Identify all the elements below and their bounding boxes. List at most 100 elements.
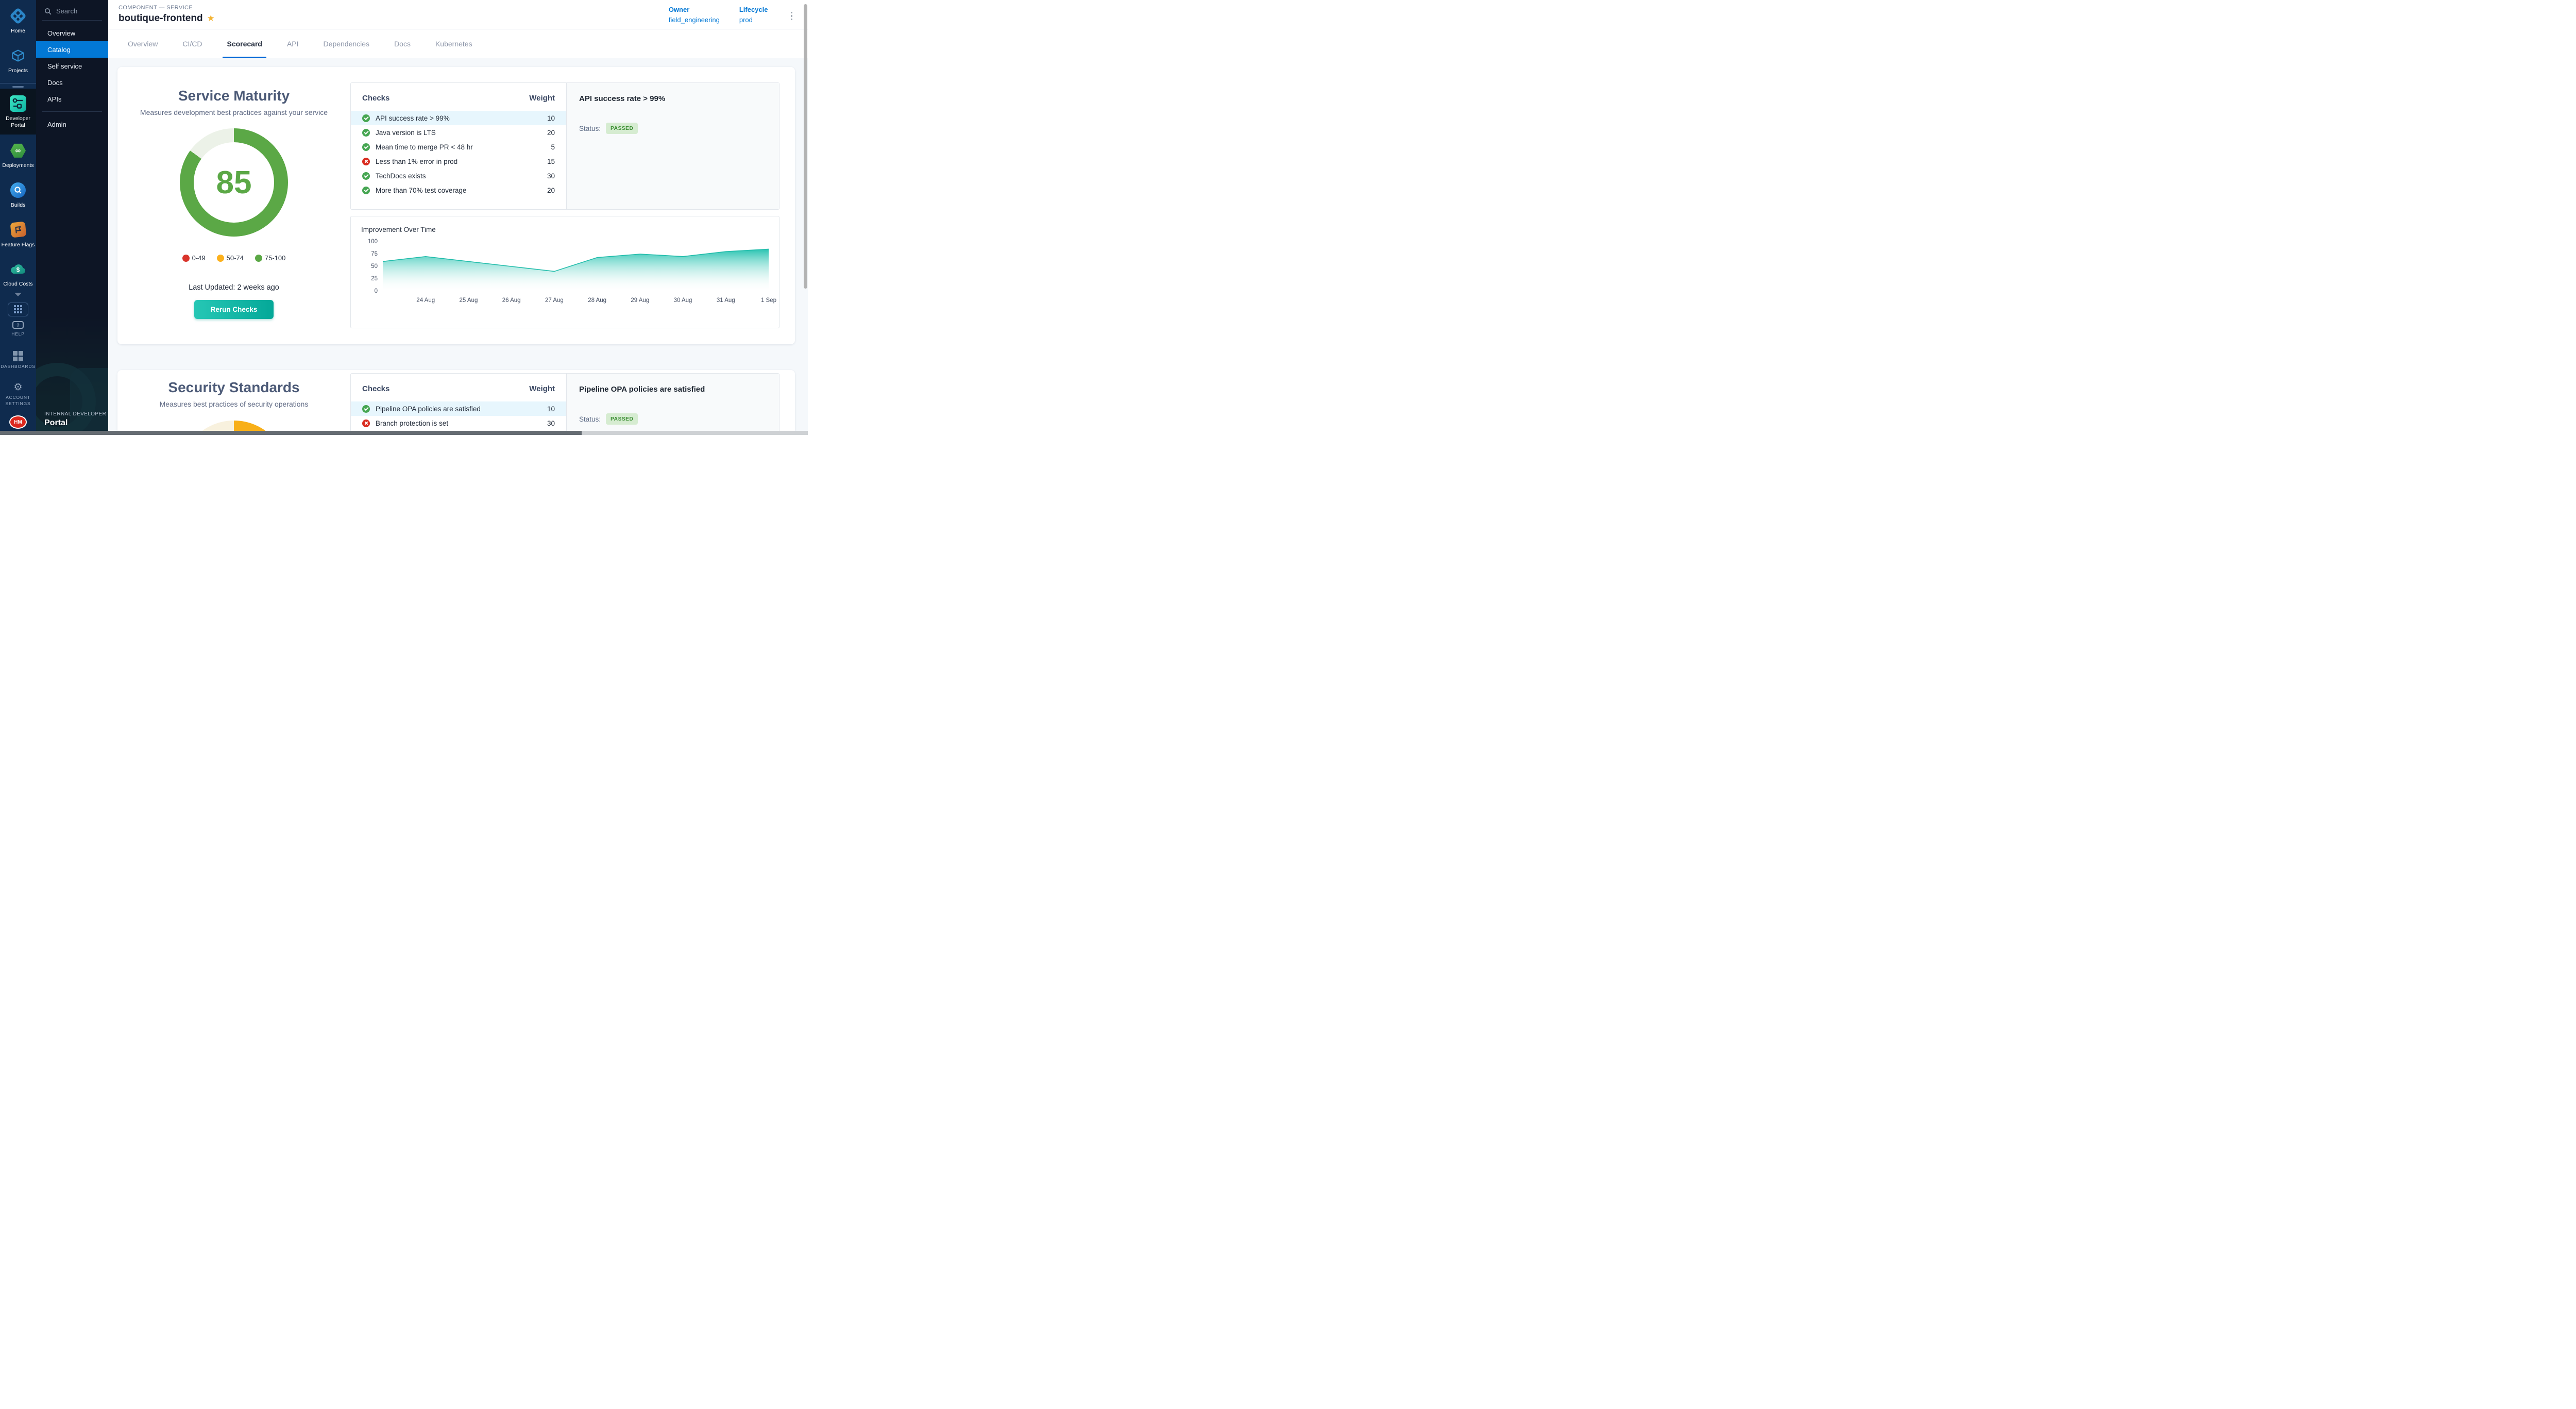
check-passed-icon [362, 187, 370, 194]
weight-column-header: Weight [529, 384, 555, 393]
improvement-chart-box: Improvement Over Time 1007550250 [350, 216, 779, 328]
vertical-scrollbar[interactable] [804, 4, 807, 289]
scorecard-subtitle: Measures development best practices agai… [140, 108, 328, 116]
table-row[interactable]: API success rate > 99% 10 [351, 111, 566, 125]
builds-icon [9, 181, 27, 199]
rerun-checks-button[interactable]: Rerun Checks [194, 300, 274, 319]
table-row[interactable]: Pipeline OPA policies are satisfied 10 [351, 401, 566, 416]
tab-docs[interactable]: Docs [382, 29, 423, 58]
chart-title: Improvement Over Time [361, 226, 769, 233]
y-axis-label: 0 [375, 288, 378, 294]
table-row[interactable]: Java version is LTS 20 [351, 125, 566, 140]
sidebar-search[interactable]: Search [36, 0, 108, 20]
checks-table: Checks Weight API success rate > 99% 10 [351, 83, 566, 209]
rail-item-label: Projects [8, 68, 28, 74]
table-row[interactable]: Less than 1% error in prod 15 [351, 154, 566, 169]
sidebar-item-docs[interactable]: Docs [36, 74, 108, 91]
table-row[interactable]: More than 70% test coverage 20 [351, 183, 566, 197]
status-badge: PASSED [606, 123, 638, 134]
help-chat-icon: ? [12, 321, 24, 329]
rail-item-builds[interactable]: Builds [0, 178, 36, 212]
x-axis: 24 Aug25 Aug26 Aug27 Aug28 Aug29 Aug30 A… [383, 297, 769, 306]
checks-table: Checks Weight Pipeline OPA policies are … [351, 374, 566, 435]
check-passed-icon [362, 405, 370, 413]
chevron-down-icon[interactable] [14, 293, 22, 296]
lifecycle-value: prod [739, 16, 768, 24]
status-badge: PASSED [606, 413, 638, 425]
breadcrumb: COMPONENT — SERVICE [118, 5, 215, 11]
table-row[interactable]: Branch protection is set 30 [351, 416, 566, 430]
x-axis-label: 28 Aug [588, 297, 606, 304]
weight-column-header: Weight [529, 94, 555, 103]
sidebar-item-overview[interactable]: Overview [36, 25, 108, 41]
legend-label: 0-49 [192, 254, 206, 262]
developer-portal-icon [9, 95, 27, 112]
main-panel: COMPONENT — SERVICE boutique-frontend ★ … [108, 0, 808, 435]
status-label: Status: [579, 415, 601, 423]
detail-title: Pipeline OPA policies are satisfied [579, 385, 767, 394]
cloud-costs-icon: $ [9, 260, 27, 278]
rail-item-help[interactable]: ? HELP [11, 321, 24, 338]
rail-item-deployments[interactable]: ∞ Deployments [0, 139, 36, 172]
checks-column-header: Checks [362, 384, 389, 393]
check-detail-panel: Pipeline OPA policies are satisfied Stat… [566, 374, 779, 435]
brand-kicker: INTERNAL DEVELOPER [44, 411, 106, 417]
x-axis-label: 1 Sep [761, 297, 776, 304]
horizontal-scrollbar-thumb[interactable] [0, 431, 582, 435]
tab-dependencies[interactable]: Dependencies [311, 29, 382, 58]
checks-column-header: Checks [362, 94, 389, 103]
owner-label: Owner [669, 6, 720, 13]
rail-item-label: Developer Portal [4, 115, 32, 128]
entity-header: COMPONENT — SERVICE boutique-frontend ★ … [108, 0, 808, 29]
y-axis-label: 75 [371, 251, 378, 257]
table-row[interactable]: Mean time to merge PR < 48 hr 5 [351, 140, 566, 154]
sidebar-item-catalog[interactable]: Catalog [36, 41, 108, 58]
tab-scorecard[interactable]: Scorecard [214, 29, 274, 58]
kebab-menu-icon[interactable] [788, 9, 796, 24]
lifecycle-block: Lifecycle prod [739, 6, 768, 24]
owner-link[interactable]: field_engineering [669, 16, 720, 24]
user-avatar[interactable]: HM [9, 415, 27, 429]
x-axis-label: 26 Aug [502, 297, 521, 304]
rail-item-developer-portal[interactable]: Developer Portal [0, 89, 36, 135]
rail-item-feature-flags[interactable]: Feature Flags [0, 218, 36, 251]
last-updated-text: Last Updated: 2 weeks ago [189, 283, 279, 292]
tab-cicd[interactable]: CI/CD [170, 29, 214, 58]
rail-footer-label: ACCOUNT SETTINGS [3, 395, 33, 407]
service-maturity-card: Service Maturity Measures development be… [117, 67, 795, 344]
portal-sidebar: Search Overview Catalog Self service Doc… [36, 0, 108, 435]
sidebar-item-apis[interactable]: APIs [36, 91, 108, 107]
module-picker-button[interactable] [8, 303, 28, 316]
rail-item-home[interactable]: Home [0, 4, 36, 38]
legend-label: 50-74 [227, 254, 244, 262]
favorite-star-icon[interactable]: ★ [207, 13, 215, 24]
check-detail-panel: API success rate > 99% Status: PASSED [566, 83, 779, 209]
rail-collapse-handle[interactable] [12, 86, 24, 88]
table-row[interactable]: TechDocs exists 30 [351, 169, 566, 183]
entity-tabs: Overview CI/CD Scorecard API Dependencie… [108, 29, 808, 58]
rail-item-cloud-costs[interactable]: $ Cloud Costs [0, 257, 36, 291]
sidebar-item-self-service[interactable]: Self service [36, 58, 108, 74]
search-label: Search [56, 7, 77, 15]
tab-overview[interactable]: Overview [115, 29, 170, 58]
rail-item-account-settings[interactable]: ⚙ ACCOUNT SETTINGS [3, 382, 33, 407]
sidebar-item-admin[interactable]: Admin [36, 116, 108, 132]
scorecard-title: Security Standards [168, 379, 299, 396]
dashboards-grid-icon [13, 351, 23, 361]
rail-item-projects[interactable]: Projects [0, 44, 36, 77]
x-axis-label: 27 Aug [545, 297, 564, 304]
tab-kubernetes[interactable]: Kubernetes [423, 29, 485, 58]
portal-brand: INTERNAL DEVELOPER Portal [44, 411, 106, 428]
page-title: boutique-frontend [118, 13, 203, 24]
security-checks-box: Checks Weight Pipeline OPA policies are … [350, 373, 779, 435]
horizontal-scrollbar-track[interactable] [0, 431, 808, 435]
module-rail: Home Projects Developer [0, 0, 36, 435]
tab-api[interactable]: API [275, 29, 311, 58]
rail-footer-label: DASHBOARDS [1, 364, 36, 370]
score-legend: 0-49 50-74 75-100 [182, 254, 286, 262]
rail-item-dashboards[interactable]: DASHBOARDS [1, 351, 36, 370]
x-axis-label: 31 Aug [717, 297, 735, 304]
sidebar-divider [42, 111, 102, 112]
rail-footer-label: HELP [11, 331, 24, 338]
check-failed-icon [362, 158, 370, 165]
